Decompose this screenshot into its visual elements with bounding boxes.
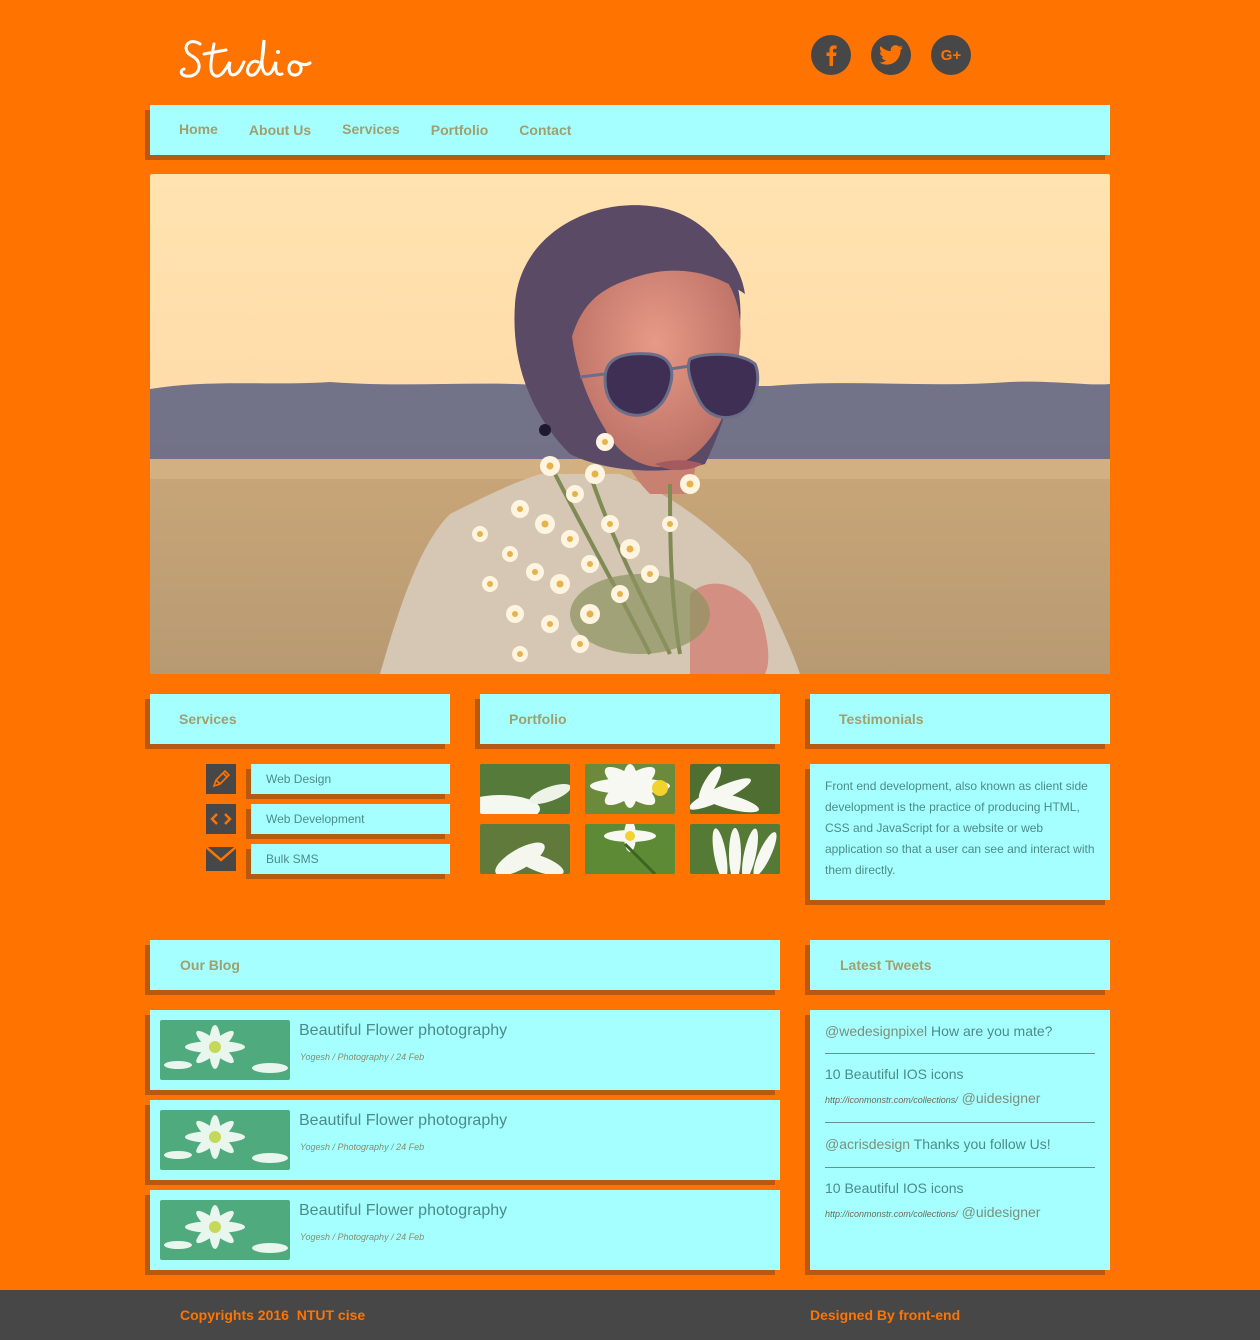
testimonial-text: Front end development, also known as cli… <box>810 764 1110 900</box>
blog-post-title[interactable]: Beautiful Flower photography <box>299 1112 507 1130</box>
portfolio-title: Portfolio <box>509 711 567 727</box>
portfolio-thumb[interactable] <box>480 824 570 874</box>
service-label: Web Design <box>266 772 332 786</box>
portfolio-thumb[interactable] <box>585 764 675 814</box>
google-plus-icon[interactable]: G+ <box>931 35 971 75</box>
service-bulk-sms[interactable]: Bulk SMS <box>251 844 450 874</box>
hero-image <box>150 174 1110 674</box>
tweets-title: Latest Tweets <box>840 957 932 973</box>
blog-post[interactable]: Beautiful Flower photography Yogesh / Ph… <box>150 1100 780 1180</box>
services-title: Services <box>179 711 237 727</box>
tweet: @wedesignpixel How are you mate? <box>825 1023 1095 1039</box>
tweet-text: 10 Beautiful IOS icons <box>825 1180 964 1196</box>
tweet: 10 Beautiful IOS icons http://iconmonstr… <box>825 1066 1095 1106</box>
nav-services[interactable]: Services <box>342 121 400 137</box>
blog-post-meta: Yogesh / Photography / 24 Feb <box>300 1052 425 1062</box>
service-web-design[interactable]: Web Design <box>251 764 450 794</box>
envelope-icon <box>206 846 236 872</box>
twitter-icon[interactable] <box>871 35 911 75</box>
tweet-handle[interactable]: @wedesignpixel <box>825 1023 927 1039</box>
testimonials-title: Testimonials <box>839 711 924 727</box>
service-web-development[interactable]: Web Development <box>251 804 450 834</box>
footer: Copyrights 2016 NTUT cise Designed By fr… <box>0 1290 1260 1340</box>
blog-post-image <box>160 1200 290 1260</box>
blog-post[interactable]: Beautiful Flower photography Yogesh / Ph… <box>150 1010 780 1090</box>
portfolio-thumb[interactable] <box>585 824 675 874</box>
tweet-handle[interactable]: @uidesigner <box>958 1090 1041 1106</box>
blog-post-title[interactable]: Beautiful Flower photography <box>299 1022 507 1040</box>
blog-post-meta: Yogesh / Photography / 24 Feb <box>300 1232 425 1242</box>
portfolio-thumb[interactable] <box>690 824 780 874</box>
blog-post[interactable]: Beautiful Flower photography Yogesh / Ph… <box>150 1190 780 1270</box>
nav-about-us[interactable]: About Us <box>249 122 311 138</box>
tweets-list: @wedesignpixel How are you mate? 10 Beau… <box>810 1010 1110 1270</box>
portfolio-thumb[interactable] <box>480 764 570 814</box>
portfolio-thumb[interactable] <box>690 764 780 814</box>
services-heading: Services <box>150 694 450 744</box>
divider <box>825 1053 1095 1054</box>
nav-portfolio[interactable]: Portfolio <box>431 122 489 138</box>
facebook-icon[interactable] <box>811 35 851 75</box>
tweet-text: Thanks you follow Us! <box>910 1136 1051 1152</box>
tweet-handle[interactable]: @acrisdesign <box>825 1136 910 1152</box>
nav-home[interactable]: Home <box>179 121 218 137</box>
blog-post-image <box>160 1110 290 1170</box>
main-nav: Home About Us Services Portfolio Contact <box>150 105 1110 155</box>
divider <box>825 1167 1095 1168</box>
tweet-link[interactable]: http://iconmonstr.com/collections/ <box>825 1209 958 1219</box>
blog-title: Our Blog <box>180 957 240 973</box>
tweet: @acrisdesign Thanks you follow Us! <box>825 1136 1095 1152</box>
tweets-heading: Latest Tweets <box>810 940 1110 990</box>
tweet-handle[interactable]: @uidesigner <box>958 1204 1041 1220</box>
tweet: 10 Beautiful IOS icons http://iconmonstr… <box>825 1180 1095 1220</box>
footer-copyright: Copyrights 2016 NTUT cise <box>180 1307 366 1323</box>
divider <box>825 1122 1095 1123</box>
service-label: Web Development <box>266 812 365 826</box>
tweet-text: 10 Beautiful IOS icons <box>825 1066 964 1082</box>
blog-post-title[interactable]: Beautiful Flower photography <box>299 1202 507 1220</box>
blog-post-image <box>160 1020 290 1080</box>
footer-designed-by: Designed By front-end <box>810 1307 961 1323</box>
code-icon <box>206 804 236 834</box>
portfolio-heading: Portfolio <box>480 694 780 744</box>
service-label: Bulk SMS <box>266 852 319 866</box>
testimonial-body: Front end development, also known as cli… <box>825 779 1095 877</box>
tweet-text: How are you mate? <box>927 1023 1053 1039</box>
studio-logo[interactable] <box>178 30 318 90</box>
pencil-icon <box>206 764 236 794</box>
nav-contact[interactable]: Contact <box>519 122 571 138</box>
tweet-link[interactable]: http://iconmonstr.com/collections/ <box>825 1095 958 1105</box>
blog-heading: Our Blog <box>150 940 780 990</box>
blog-post-meta: Yogesh / Photography / 24 Feb <box>300 1142 425 1152</box>
testimonials-heading: Testimonials <box>810 694 1110 744</box>
